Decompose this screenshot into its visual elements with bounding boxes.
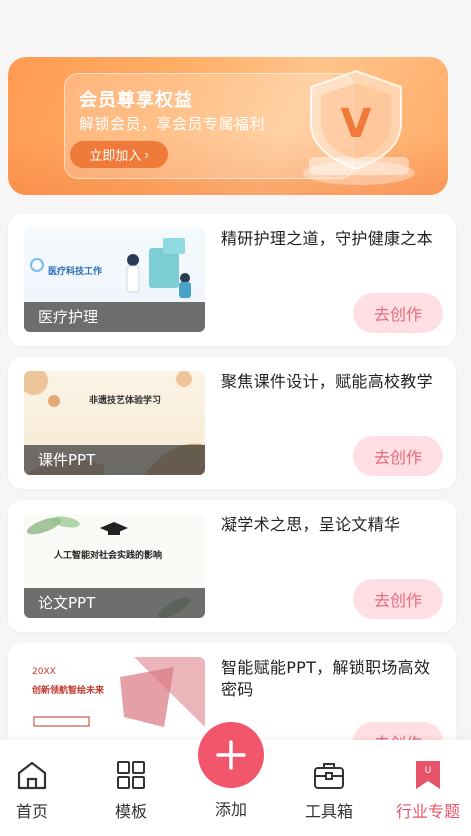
thumbnail-title: 非遗技艺体验学习 (89, 396, 162, 406)
join-now-button[interactable]: 立即加入 › (70, 141, 168, 168)
badge-letter: V (341, 101, 372, 147)
nav-industry[interactable]: U 行业专题 (383, 758, 471, 822)
ring-decoration (30, 258, 44, 272)
card-description: 聚焦课件设计，赋能高校教学 (221, 372, 433, 391)
create-button[interactable]: 去创作 (353, 579, 443, 619)
topic-card-medical[interactable]: 医疗科技工作 医疗护理 精研护理之道，守护健康之本 去创作 (8, 214, 456, 346)
medical-illustration (126, 238, 191, 298)
member-banner[interactable]: 会员尊享权益 解锁会员，享会员专属福利 立即加入 › V (8, 57, 448, 195)
chevron-right-icon: › (144, 147, 149, 162)
nav-home-label: 首页 (15, 802, 48, 821)
nav-home[interactable]: 首页 (0, 758, 77, 822)
vip-shield-icon: V (303, 69, 415, 185)
thumbnail-label: 医疗护理 (24, 302, 205, 332)
card-description: 精研护理之道，守护健康之本 (221, 229, 433, 248)
card-description: 凝学术之思，呈论文精华 (221, 515, 401, 534)
nav-industry-label: 行业专题 (395, 802, 460, 821)
create-button[interactable]: 去创作 (353, 293, 443, 333)
bottom-nav: 首页 模板 添加 工具箱 U 行业专题 (0, 722, 471, 836)
topic-card-courseware[interactable]: 非遗技艺体验学习 课件PPT 聚焦课件设计，赋能高校教学 去创作 (8, 357, 456, 489)
thumbnail-label: 课件PPT (24, 445, 205, 475)
card-thumbnail: 人工智能对社会实践的影响 论文PPT (24, 514, 205, 618)
thumbnail-title: 医疗科技工作 (48, 267, 103, 277)
card-thumbnail: 医疗科技工作 医疗护理 (24, 228, 205, 332)
nav-toolbox[interactable]: 工具箱 (284, 758, 374, 822)
thumbnail-title: 创新领航智绘未来 (32, 686, 105, 696)
nav-toolbox-label: 工具箱 (304, 802, 353, 821)
toolbox-icon (311, 758, 347, 792)
grid-icon (113, 758, 149, 792)
thumbnail-year: 20XX (32, 667, 56, 677)
svg-text:U: U (425, 766, 432, 776)
card-description: 智能赋能PPT，解锁职场高效密码 (221, 658, 431, 699)
plus-icon (216, 740, 246, 770)
thumbnail-title: 人工智能对社会实践的影响 (54, 551, 163, 561)
nav-add-label: 添加 (214, 800, 247, 819)
banner-subtitle: 解锁会员，享会员专属福利 (79, 115, 266, 133)
bookmark-icon: U (410, 758, 446, 792)
banner-title: 会员尊享权益 (79, 90, 193, 111)
home-icon (14, 758, 50, 792)
thumbnail-label: 论文PPT (24, 588, 205, 618)
create-button[interactable]: 去创作 (353, 436, 443, 476)
card-thumbnail: 非遗技艺体验学习 课件PPT (24, 371, 205, 475)
add-button[interactable] (198, 722, 264, 788)
nav-templates[interactable]: 模板 (86, 758, 176, 822)
nav-templates-label: 模板 (114, 802, 147, 821)
topic-card-paper[interactable]: 人工智能对社会实践的影响 论文PPT 凝学术之思，呈论文精华 去创作 (8, 500, 456, 632)
join-now-label: 立即加入 (89, 148, 142, 163)
